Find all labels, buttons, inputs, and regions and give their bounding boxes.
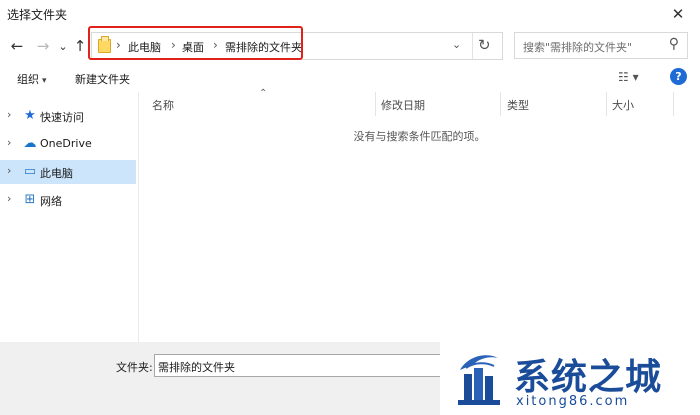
column-header-type[interactable]: 类型 <box>507 97 529 113</box>
folder-name-field[interactable]: 需排除的文件夹 <box>154 354 444 377</box>
column-divider[interactable] <box>500 92 501 116</box>
search-box[interactable]: 搜索"需排除的文件夹" ⚲ <box>514 32 688 59</box>
sidebar-item-quick-access[interactable]: › ★ 快速访问 <box>0 104 136 128</box>
column-header-date[interactable]: 修改日期 <box>381 97 425 113</box>
sidebar-item-label: OneDrive <box>40 137 92 150</box>
new-folder-button[interactable]: 新建文件夹 <box>75 71 130 87</box>
recent-locations-button[interactable]: ⌄ <box>57 36 69 56</box>
expand-chevron-icon[interactable]: › <box>7 164 11 177</box>
sidebar-item-label: 网络 <box>40 195 62 208</box>
watermark: 系统之城 xitong86.com <box>440 342 700 415</box>
sidebar-item-label: 此电脑 <box>40 167 73 180</box>
chevron-down-icon: ▾ <box>42 76 47 86</box>
sidebar-item-label: 快速访问 <box>40 111 84 124</box>
vertical-scrollbar[interactable] <box>688 92 700 342</box>
breadcrumb-highlight-box <box>88 26 303 60</box>
address-dropdown-icon[interactable]: ⌄ <box>452 38 461 51</box>
toolbar: 组织 ▾ 新建文件夹 <box>0 64 700 92</box>
close-button[interactable]: ✕ <box>656 0 700 28</box>
star-icon: ★ <box>24 108 36 123</box>
forward-button[interactable]: → <box>34 36 52 56</box>
computer-icon: ▭ <box>23 164 37 179</box>
column-divider[interactable] <box>375 92 376 116</box>
expand-chevron-icon[interactable]: › <box>7 108 11 121</box>
cloud-icon: ☁ <box>23 136 37 151</box>
window-title: 选择文件夹 <box>7 8 68 22</box>
organize-button[interactable]: 组织 ▾ <box>17 71 47 87</box>
column-divider[interactable] <box>673 92 674 116</box>
organize-label: 组织 <box>17 73 39 86</box>
search-icon[interactable]: ⚲ <box>669 36 679 52</box>
title-bar: 选择文件夹 ✕ <box>0 0 700 28</box>
refresh-icon[interactable]: ↻ <box>478 36 491 54</box>
column-divider[interactable] <box>606 92 607 116</box>
folder-field-label: 文件夹: <box>116 361 153 374</box>
address-divider <box>472 33 473 59</box>
column-headers: ⌃ 名称 修改日期 类型 大小 <box>139 88 700 116</box>
watermark-url: xitong86.com <box>516 394 630 409</box>
view-options-icon[interactable]: ☷ ▾ <box>618 70 648 86</box>
expand-chevron-icon[interactable]: › <box>7 136 11 149</box>
search-placeholder[interactable]: 搜索"需排除的文件夹" <box>523 39 632 55</box>
navigation-pane: › ★ 快速访问 › ☁ OneDrive › ▭ 此电脑 › ⊞ 网络 <box>0 92 138 342</box>
back-button[interactable]: ← <box>8 36 26 56</box>
column-header-name[interactable]: 名称 <box>152 97 174 113</box>
castle-logo-icon <box>458 355 500 405</box>
help-icon[interactable]: ? <box>670 68 687 85</box>
network-icon: ⊞ <box>24 192 36 207</box>
expand-chevron-icon[interactable]: › <box>7 192 11 205</box>
empty-list-message: 没有与搜索条件匹配的项。 <box>353 130 486 143</box>
column-header-size[interactable]: 大小 <box>612 97 634 113</box>
watermark-text: 系统之城 <box>514 356 663 398</box>
sidebar-item-this-pc[interactable]: › ▭ 此电脑 <box>0 160 136 184</box>
sort-ascending-icon: ⌃ <box>259 88 268 99</box>
sidebar-item-network[interactable]: › ⊞ 网络 <box>0 188 136 212</box>
sidebar-item-onedrive[interactable]: › ☁ OneDrive <box>0 132 136 156</box>
up-button[interactable]: ↑ <box>72 36 88 56</box>
